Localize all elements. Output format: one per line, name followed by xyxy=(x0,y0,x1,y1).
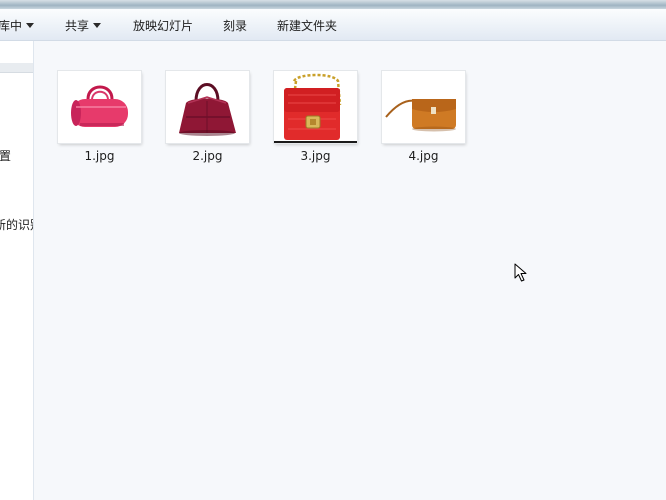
nav-item-partial-2[interactable]: 新的识别 xyxy=(0,216,33,233)
file-thumbnail xyxy=(274,71,357,143)
nav-item-partial-1[interactable]: 置 xyxy=(0,147,11,164)
file-name: 2.jpg xyxy=(192,149,223,163)
include-in-library-menu[interactable]: 库中 xyxy=(0,18,35,34)
burgundy-tote-handbag-image xyxy=(179,83,236,136)
file-name: 4.jpg xyxy=(408,149,439,163)
mouse-cursor-icon xyxy=(514,263,527,282)
file-item-1[interactable]: 1.jpg xyxy=(46,69,146,165)
window-title-strip xyxy=(0,0,666,9)
file-thumbnail xyxy=(58,71,141,143)
dropdown-caret-icon xyxy=(93,23,102,28)
pink-barrel-handbag-image xyxy=(71,85,128,127)
nav-pane-scrollbar[interactable] xyxy=(0,63,33,73)
share-menu[interactable]: 共享 xyxy=(65,18,102,34)
file-thumbnail xyxy=(382,71,465,143)
new-folder-button[interactable]: 新建文件夹 xyxy=(277,18,337,34)
file-item-3[interactable]: 3.jpg xyxy=(262,69,362,165)
burn-button[interactable]: 刻录 xyxy=(223,18,247,34)
file-name: 1.jpg xyxy=(84,149,115,163)
file-thumbnail xyxy=(166,71,249,143)
dropdown-caret-icon xyxy=(26,23,35,28)
red-chain-shoulder-bag-image xyxy=(274,73,357,143)
file-name: 3.jpg xyxy=(300,149,331,163)
file-item-2[interactable]: 2.jpg xyxy=(154,69,254,165)
navigation-pane[interactable]: 置 新的识别 xyxy=(0,41,34,500)
file-list-view[interactable]: 1.jpg 2.jpg 3.jpg 4.jpg xyxy=(34,41,666,500)
file-item-4[interactable]: 4.jpg xyxy=(370,69,470,165)
tan-crossbody-bag-image xyxy=(385,99,456,132)
share-label: 共享 xyxy=(65,19,90,33)
include-in-library-label: 库中 xyxy=(0,19,23,33)
slideshow-button[interactable]: 放映幻灯片 xyxy=(133,18,193,34)
command-toolbar: 库中 共享 放映幻灯片 刻录 新建文件夹 xyxy=(0,9,666,41)
